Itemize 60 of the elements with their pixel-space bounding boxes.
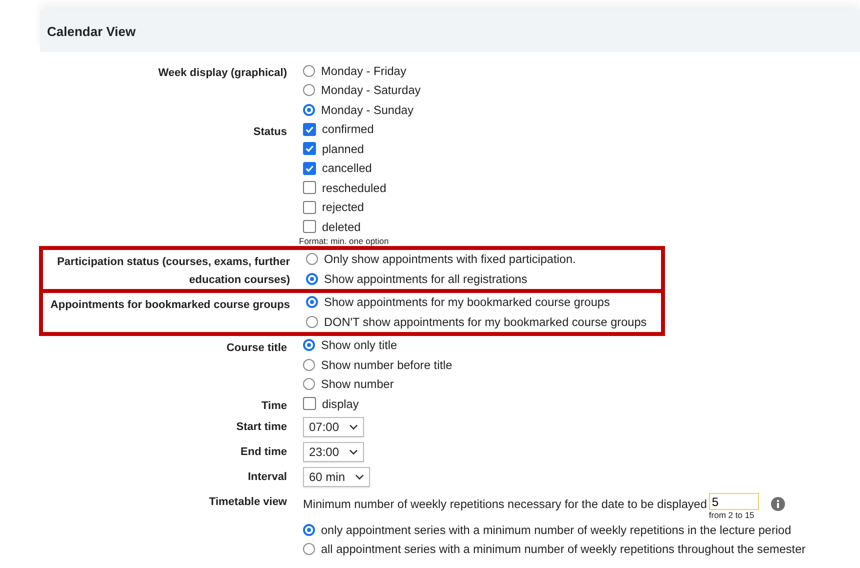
radio-button[interactable] <box>303 378 315 390</box>
radio-button[interactable] <box>303 543 315 556</box>
option-label: Show appointments for all registrations <box>324 272 528 286</box>
checkbox[interactable] <box>303 142 316 156</box>
radio-button[interactable] <box>303 104 315 116</box>
option-label: confirmed <box>322 122 374 136</box>
radio-button[interactable] <box>303 358 315 371</box>
info-icon[interactable] <box>770 497 785 511</box>
field-label: Appointments for bookmarked course groups <box>49 298 290 312</box>
dropdown[interactable]: 23:00 <box>303 442 364 462</box>
field-label: Time <box>260 399 287 414</box>
option-label: planned <box>322 142 364 156</box>
radio-button[interactable] <box>303 524 315 536</box>
checkbox[interactable] <box>303 200 316 214</box>
section-title: Calendar View <box>47 24 136 38</box>
caret-icon <box>349 449 358 455</box>
checkbox[interactable] <box>303 122 316 136</box>
caret-icon <box>349 424 358 430</box>
field-label: Status <box>252 124 287 140</box>
option-label: display <box>322 396 359 411</box>
dropdown[interactable]: 07:00 <box>303 417 364 437</box>
option-label: cancelled <box>322 161 372 176</box>
option-label: DON'T show appointments for my bookmarked course groups <box>324 314 647 329</box>
option-label: Show number <box>321 377 394 392</box>
dropdown[interactable]: 60 min <box>303 467 370 487</box>
radio-button[interactable] <box>303 84 315 96</box>
radio-button[interactable] <box>303 339 315 352</box>
option-label: Show appointments for my bookmarked course groups <box>324 295 610 310</box>
radio-button[interactable] <box>306 316 318 328</box>
range-hint: from 2 to 15 <box>708 510 756 520</box>
radio-button[interactable] <box>306 272 318 285</box>
option-label: Monday - Friday <box>321 64 406 78</box>
field-label: Week display (graphical) <box>157 66 287 81</box>
option-label: Monday - Sunday <box>321 102 414 117</box>
field-label: Participation status (courses, exams, further education courses) <box>56 254 290 288</box>
option-label: Show number before title <box>321 358 452 372</box>
option-label: rescheduled <box>322 180 386 195</box>
option-label: Only show appointments with fixed participation. <box>324 252 576 266</box>
option-label: rejected <box>322 200 364 214</box>
field-label: Course title <box>225 340 287 356</box>
radio-button[interactable] <box>306 253 318 266</box>
field-label: End time <box>240 445 287 460</box>
field-label: Timetable view <box>208 495 287 510</box>
hint-text: Format: min. one option <box>299 236 390 246</box>
option-label: only appointment series with a minimum number of weekly repetitions in the lecture period <box>321 522 792 537</box>
radio-button[interactable] <box>303 64 315 77</box>
field-label: Interval <box>246 470 287 485</box>
option-label: deleted <box>322 220 361 234</box>
option-label: Monday - Saturday <box>321 83 421 98</box>
field-label: Start time <box>235 420 287 435</box>
checkbox[interactable] <box>303 162 316 175</box>
checkbox[interactable] <box>303 397 316 410</box>
prompt-text: Minimum number of weekly repetitions necessary for the date to be displayed <box>303 496 707 511</box>
checkbox[interactable] <box>303 181 316 194</box>
number-field[interactable]: 5 <box>708 493 759 510</box>
caret-icon <box>355 474 364 480</box>
checkbox[interactable] <box>303 220 316 234</box>
option-label: Show only title <box>321 338 398 352</box>
radio-button[interactable] <box>306 296 318 308</box>
option-label: all appointment series with a minimum number of weekly repetitions throughout the semester <box>321 542 806 556</box>
